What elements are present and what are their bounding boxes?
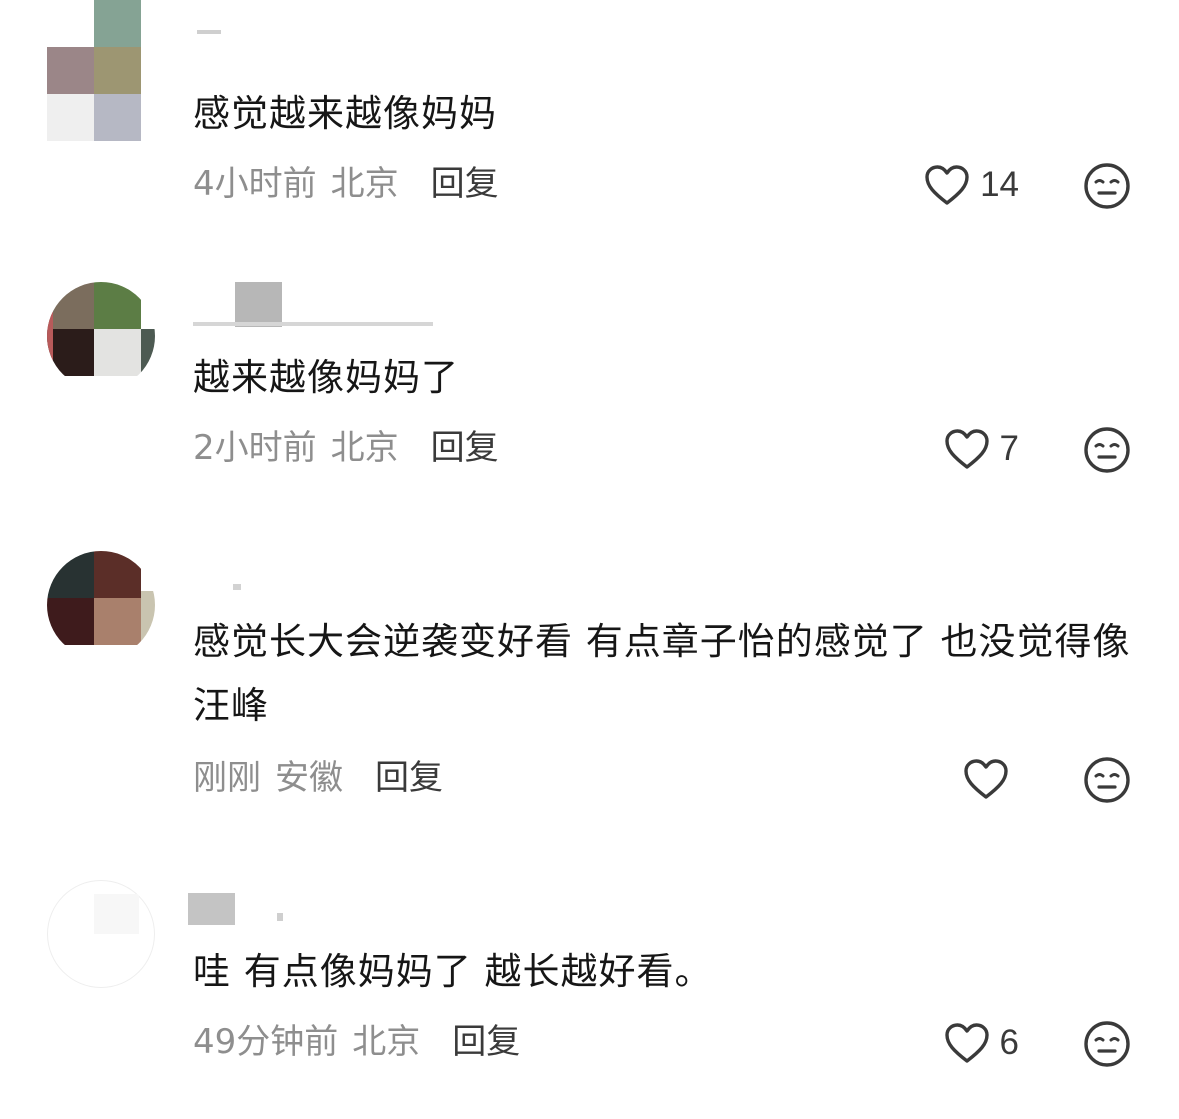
comment-location: 北京 <box>330 164 399 204</box>
dislike-button[interactable] <box>1083 426 1131 474</box>
username-redacted[interactable] <box>188 893 303 927</box>
like-count: 7 <box>999 429 1019 468</box>
like-count: 6 <box>999 1023 1019 1062</box>
comment-text: 越来越像妈妈了 <box>193 356 459 399</box>
avatar[interactable] <box>47 282 155 390</box>
meh-face-icon <box>1083 427 1131 478</box>
like-button[interactable] <box>963 754 1019 804</box>
reply-button[interactable]: 回复 <box>431 428 499 468</box>
comment-text: 感觉越来越像妈妈 <box>193 92 497 135</box>
dislike-button[interactable] <box>1083 162 1131 210</box>
comment-location: 北京 <box>330 428 399 468</box>
like-count: 14 <box>980 165 1019 204</box>
like-button[interactable]: 6 <box>944 1018 1019 1068</box>
comment-location: 北京 <box>352 1022 421 1062</box>
comment-text: 感觉长大会逆袭变好看 有点章子怡的感觉了 也没觉得像汪峰 <box>193 620 1131 727</box>
comment-text: 哇 有点像妈妈了 越长越好看。 <box>193 950 713 993</box>
comment-time: 4小时前 <box>193 164 317 204</box>
comment-meta: 49分钟前 北京 回复 <box>193 1020 520 1064</box>
meh-face-icon <box>1083 163 1131 214</box>
comment-time: 刚刚 <box>193 758 261 798</box>
dislike-button[interactable] <box>1083 1020 1131 1068</box>
heart-outline-icon <box>944 428 990 470</box>
username-redacted[interactable] <box>193 572 253 606</box>
meh-face-icon <box>1083 1021 1131 1072</box>
like-button[interactable]: 14 <box>924 160 1019 210</box>
meh-face-icon <box>1083 757 1131 808</box>
reply-button[interactable]: 回复 <box>431 164 499 204</box>
avatar[interactable] <box>47 551 155 659</box>
heart-outline-icon <box>924 164 970 206</box>
avatar[interactable] <box>47 0 141 141</box>
comment-meta: 刚刚 安徽 回复 <box>193 756 443 800</box>
username-redacted[interactable] <box>193 26 233 60</box>
comment-time: 2小时前 <box>193 428 317 468</box>
username-redacted[interactable] <box>193 282 443 327</box>
comment-meta: 2小时前 北京 回复 <box>193 426 499 470</box>
heart-outline-icon <box>944 1022 990 1064</box>
reply-button[interactable]: 回复 <box>452 1022 520 1062</box>
comment-location: 安徽 <box>275 758 343 798</box>
like-button[interactable]: 7 <box>944 424 1019 474</box>
comment-time: 49分钟前 <box>193 1022 339 1062</box>
heart-outline-icon <box>963 758 1009 800</box>
dislike-button[interactable] <box>1083 756 1131 804</box>
reply-button[interactable]: 回复 <box>375 758 443 798</box>
avatar[interactable] <box>47 880 155 988</box>
comment-meta: 4小时前 北京 回复 <box>193 162 499 206</box>
